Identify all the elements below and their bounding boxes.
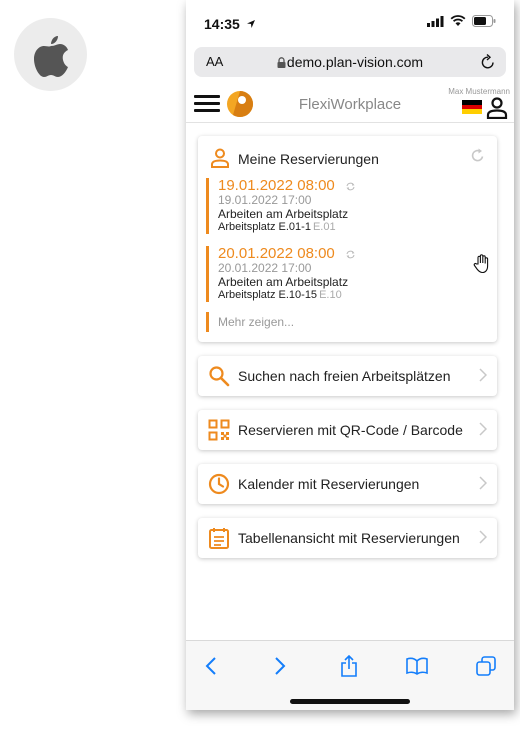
german-flag-icon[interactable] [462,100,482,115]
url-field[interactable]: demo.plan-vision.com [194,54,506,70]
action-label: Tabellenansicht mit Reservierungen [238,530,460,546]
location-arrow-icon [246,20,255,28]
apple-icon [33,35,68,77]
action-calendar[interactable]: Kalender mit Reservierungen [198,464,497,504]
reservation-end: 19.01.2022 17:00 [218,193,312,207]
app-header: FlexiWorkplace Max Mustermann [186,86,514,123]
table-list-icon [209,528,229,549]
reservation-description: Arbeiten am Arbeitsplatz [218,275,349,289]
apple-logo-badge [14,18,87,91]
action-label: Suchen nach freien Arbeitsplätzen [238,368,451,384]
person-icon [211,148,229,168]
chevron-right-icon [479,422,487,436]
action-label: Reservieren mit QR-Code / Barcode [238,422,463,438]
reservation-item[interactable]: 19.01.2022 08:00 19.01.2022 17:00 Arbeit… [206,178,478,234]
reservation-floor: E.01 [312,221,336,233]
action-search-workplaces[interactable]: Suchen nach freien Arbeitsplätzen [198,356,497,396]
reservation-start: 19.01.2022 08:00 [218,178,478,194]
user-icon[interactable] [486,97,508,119]
reservation-floor: E.10 [319,289,342,301]
search-icon [209,366,230,387]
tabs-icon [476,656,496,676]
action-table-view[interactable]: Tabellenansicht mit Reservierungen [198,518,497,558]
show-more-link[interactable]: Mehr zeigen... [206,312,294,332]
qr-code-icon [208,419,230,441]
action-qr-code[interactable]: Reservieren mit QR-Code / Barcode [198,410,497,450]
tabs-button[interactable] [473,653,499,679]
action-label: Kalender mit Reservierungen [238,476,420,492]
phone-screen: 14:35 AA demo.plan-vision.com FlexiWorkp… [186,0,514,710]
status-bar: 14:35 [186,0,514,44]
reservations-title: Meine Reservierungen [238,151,379,167]
reservation-item[interactable]: 20.01.2022 08:00 20.01.2022 17:00 Arbeit… [206,246,478,302]
cellular-signal-icon [427,15,444,27]
forward-icon [275,657,286,675]
battery-icon [472,15,496,27]
wifi-icon [450,15,466,26]
url-text: demo.plan-vision.com [286,54,424,70]
browser-toolbar [186,640,514,710]
sync-icon [346,250,355,258]
chevron-right-icon [479,476,487,490]
reload-icon[interactable] [480,53,496,70]
reservation-place: Arbeitsplatz E.01-1 E.01 [218,221,336,233]
lock-icon [277,57,286,68]
status-icons [427,15,496,27]
reservation-start: 20.01.2022 08:00 [218,246,478,262]
reservation-end: 20.01.2022 17:00 [218,261,312,275]
share-icon [341,655,357,677]
sync-icon [346,182,355,190]
back-icon [205,657,216,675]
chevron-right-icon [479,368,487,382]
hand-cursor-icon [473,254,489,274]
forward-button[interactable] [267,653,293,679]
home-indicator [290,699,410,704]
clock-icon [208,473,230,495]
chevron-right-icon [479,530,487,544]
share-button[interactable] [336,653,362,679]
reservation-description: Arbeiten am Arbeitsplatz [218,207,349,221]
reservation-place: Arbeitsplatz E.10-15 E.10 [218,289,342,301]
back-button[interactable] [198,653,224,679]
status-time: 14:35 [204,16,256,32]
user-name: Max Mustermann [448,87,510,96]
refresh-icon[interactable] [470,148,485,163]
url-bar[interactable]: AA demo.plan-vision.com [194,47,506,77]
bookmarks-button[interactable] [404,653,430,679]
bookmarks-icon [406,657,428,675]
reservations-card: Meine Reservierungen 19.01.2022 08:00 19… [198,136,497,342]
